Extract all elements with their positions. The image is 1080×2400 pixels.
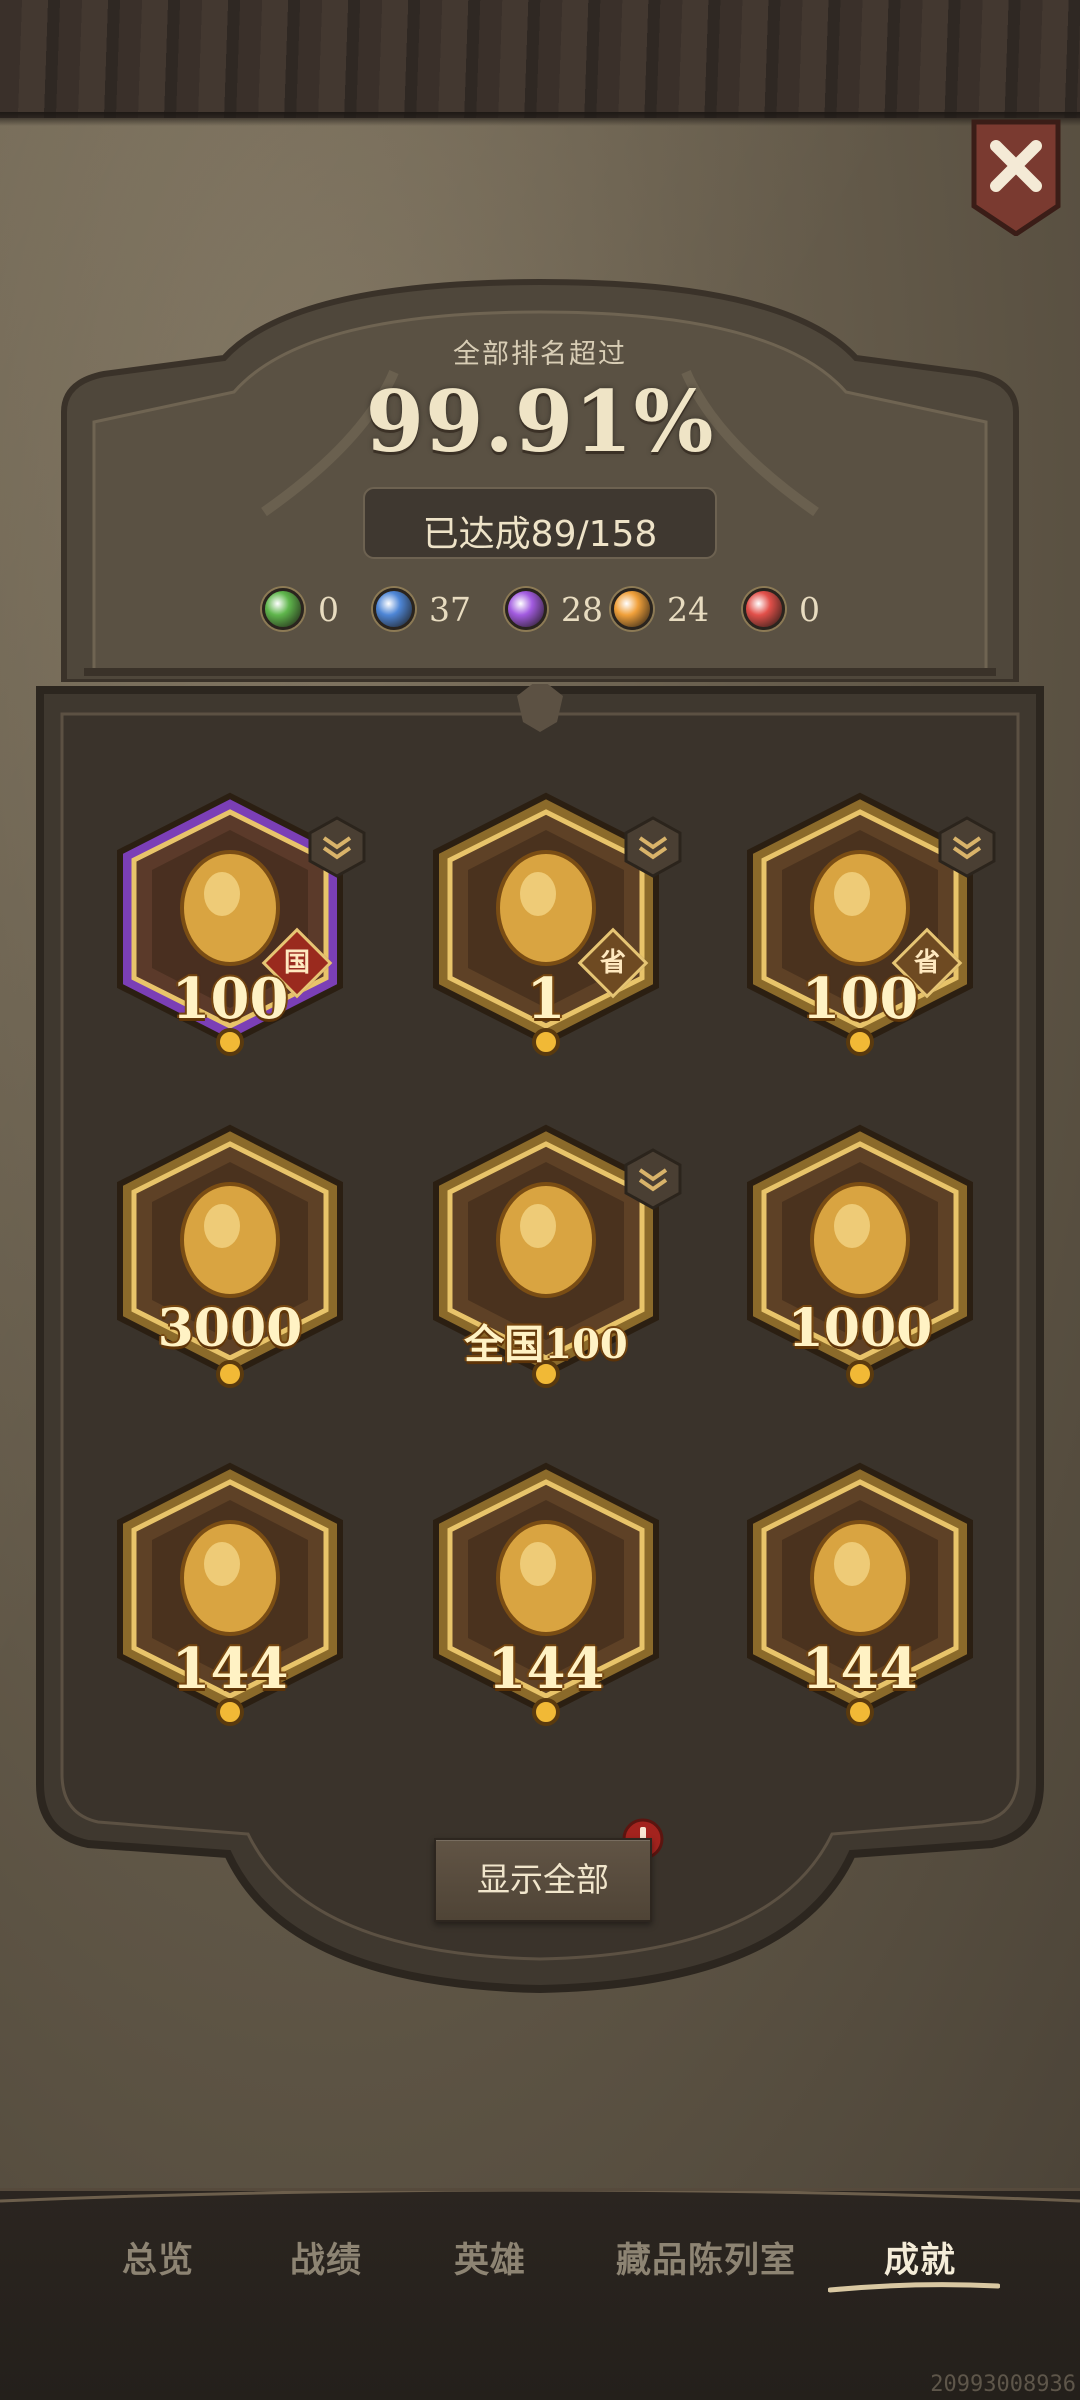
gem-count-purple: 28	[505, 588, 603, 630]
rank-label: 全部排名超过	[453, 339, 627, 370]
orange-gem-icon	[611, 588, 653, 630]
achievement-badge[interactable]: 144	[416, 1460, 676, 1730]
tab-heroes[interactable]: 英雄	[454, 2232, 526, 2288]
gem-count-red: 0	[743, 588, 820, 630]
achieved-count: 已达成89/158	[422, 514, 658, 555]
active-tab-underline	[828, 2282, 1000, 2293]
user-id-watermark: 20993008936	[930, 2372, 1076, 2397]
expand-chevrons-icon[interactable]	[936, 816, 998, 878]
top-shadow	[0, 112, 1080, 126]
gem-count-value: 0	[318, 589, 339, 629]
achievement-badge[interactable]: 3000	[100, 1122, 360, 1392]
tab-overview[interactable]: 总览	[122, 2232, 194, 2288]
gem-count-green: 0	[262, 588, 339, 630]
achievement-badge[interactable]: 144	[100, 1460, 360, 1730]
achievement-value: 100	[801, 966, 919, 1032]
tab-collection-gallery[interactable]: 藏品陈列室	[616, 2232, 796, 2288]
gem-count-value: 24	[667, 589, 709, 629]
achievement-value: 1000	[787, 1298, 933, 1359]
achievement-value: 3000	[157, 1298, 303, 1359]
achievements-screen: 全部排名超过 99.91% 已达成89/158 0 37 28 24 0 国 1…	[0, 0, 1080, 2400]
achievement-badge[interactable]: 全国100	[416, 1122, 682, 1392]
gem-count-value: 0	[799, 589, 820, 629]
achievement-value: 全国100	[464, 1321, 628, 1368]
achievement-badge[interactable]: 省 100	[730, 790, 996, 1060]
achievement-badge[interactable]: 国 100	[100, 790, 366, 1060]
green-gem-icon	[262, 588, 304, 630]
achievement-value: 144	[801, 1636, 919, 1702]
achievement-badge[interactable]: 省1	[416, 790, 682, 1060]
gem-count-value: 37	[429, 589, 471, 629]
close-icon	[971, 119, 1061, 238]
achievement-badge[interactable]: 1000	[730, 1122, 990, 1392]
expand-chevrons-icon[interactable]	[622, 1148, 684, 1210]
bottom-tab-bar	[0, 2188, 1080, 2400]
gem-count-value: 28	[561, 589, 603, 629]
gem-counts: 0 37 28 24 0	[262, 584, 854, 634]
achievement-value: 144	[171, 1636, 289, 1702]
tab-achievements[interactable]: 成就	[884, 2232, 956, 2288]
rank-percentage: 99.91%	[365, 372, 715, 471]
achievement-value: 100	[171, 966, 289, 1032]
gem-count-blue: 37	[373, 588, 471, 630]
close-button[interactable]	[970, 118, 1062, 238]
gem-count-orange: 24	[611, 588, 709, 630]
expand-chevrons-icon[interactable]	[622, 816, 684, 878]
achievement-value: 1	[526, 966, 566, 1032]
purple-gem-icon	[505, 588, 547, 630]
expand-chevrons-icon[interactable]	[306, 816, 368, 878]
red-gem-icon	[743, 588, 785, 630]
tab-record[interactable]: 战绩	[290, 2232, 362, 2288]
achievement-badge[interactable]: 144	[730, 1460, 990, 1730]
achievement-value: 144	[487, 1636, 605, 1702]
top-wood-banner	[0, 0, 1080, 120]
blue-gem-icon	[373, 588, 415, 630]
tabbar-decoration	[0, 2191, 1080, 2203]
show-all-button[interactable]: 显示全部	[434, 1838, 652, 1922]
